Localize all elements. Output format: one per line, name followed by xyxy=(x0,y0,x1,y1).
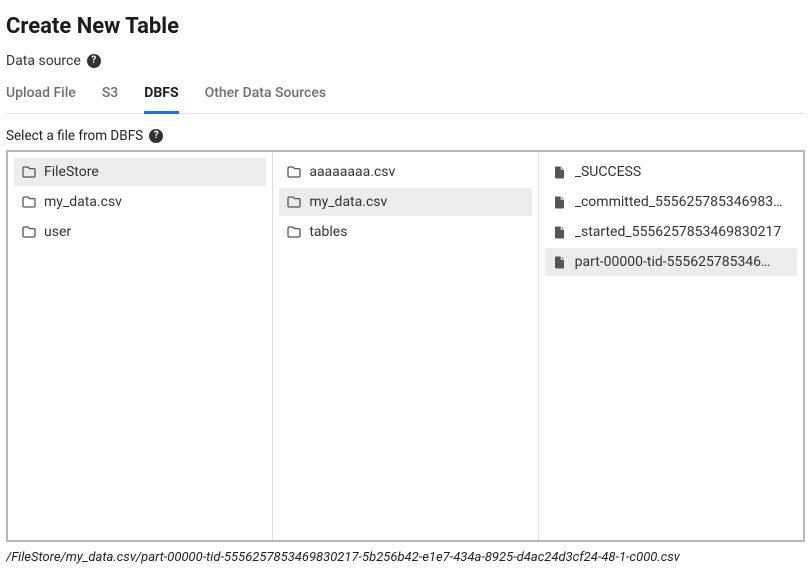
item-label: _committed_555625785346983… xyxy=(575,194,789,210)
item-label: _SUCCESS xyxy=(575,164,789,180)
file-item[interactable]: _SUCCESS xyxy=(545,158,797,186)
folder-item[interactable]: tables xyxy=(279,218,531,246)
browser-column: FileStore my_data.csvuser xyxy=(8,152,273,540)
tab-dbfs[interactable]: DBFS xyxy=(144,79,178,114)
folder-item[interactable]: user xyxy=(14,218,266,246)
item-label: _started_5556257853469830217 xyxy=(575,224,789,240)
file-item[interactable]: part-00000-tid-555625785346… xyxy=(545,248,797,276)
file-icon xyxy=(553,165,567,179)
item-label: my_data.csv xyxy=(309,194,523,210)
folder-icon xyxy=(22,195,36,209)
tab-upload-file[interactable]: Upload File xyxy=(6,79,76,114)
item-label: FileStore xyxy=(44,164,258,180)
select-file-label: Select a file from DBFS xyxy=(6,128,143,144)
file-icon xyxy=(553,225,567,239)
page-title: Create New Table xyxy=(6,14,805,39)
tab-s3[interactable]: S3 xyxy=(102,79,118,114)
folder-item[interactable]: FileStore xyxy=(14,158,266,186)
item-label: aaaaaaaa.csv xyxy=(309,164,523,180)
item-label: part-00000-tid-555625785346… xyxy=(575,254,789,270)
folder-item[interactable]: my_data.csv xyxy=(14,188,266,216)
folder-icon xyxy=(287,225,301,239)
selected-path: /FileStore/my_data.csv/part-00000-tid-55… xyxy=(6,550,805,565)
help-icon[interactable]: ? xyxy=(87,54,101,68)
data-source-label-row: Data source ? xyxy=(6,53,805,69)
folder-icon xyxy=(22,225,36,239)
folder-icon xyxy=(22,165,36,179)
item-label: tables xyxy=(309,224,523,240)
select-file-label-row: Select a file from DBFS ? xyxy=(6,128,805,144)
data-source-tabs: Upload File S3 DBFS Other Data Sources xyxy=(6,79,805,114)
help-icon[interactable]: ? xyxy=(149,129,163,143)
browser-column: _SUCCESS _committed_555625785346983… _star… xyxy=(539,152,803,540)
data-source-label: Data source xyxy=(6,53,81,69)
folder-item[interactable]: my_data.csv xyxy=(279,188,531,216)
file-icon xyxy=(553,255,567,269)
folder-icon xyxy=(287,195,301,209)
item-label: my_data.csv xyxy=(44,194,258,210)
file-item[interactable]: _committed_555625785346983… xyxy=(545,188,797,216)
item-label: user xyxy=(44,224,258,240)
file-icon xyxy=(553,195,567,209)
file-browser: FileStore my_data.csvuser aaaaaaaa.csv my_d… xyxy=(6,150,805,542)
tab-other-data-sources[interactable]: Other Data Sources xyxy=(205,79,326,114)
folder-icon xyxy=(287,165,301,179)
browser-column: aaaaaaaa.csv my_data.csvtables xyxy=(273,152,538,540)
folder-item[interactable]: aaaaaaaa.csv xyxy=(279,158,531,186)
file-item[interactable]: _started_5556257853469830217 xyxy=(545,218,797,246)
